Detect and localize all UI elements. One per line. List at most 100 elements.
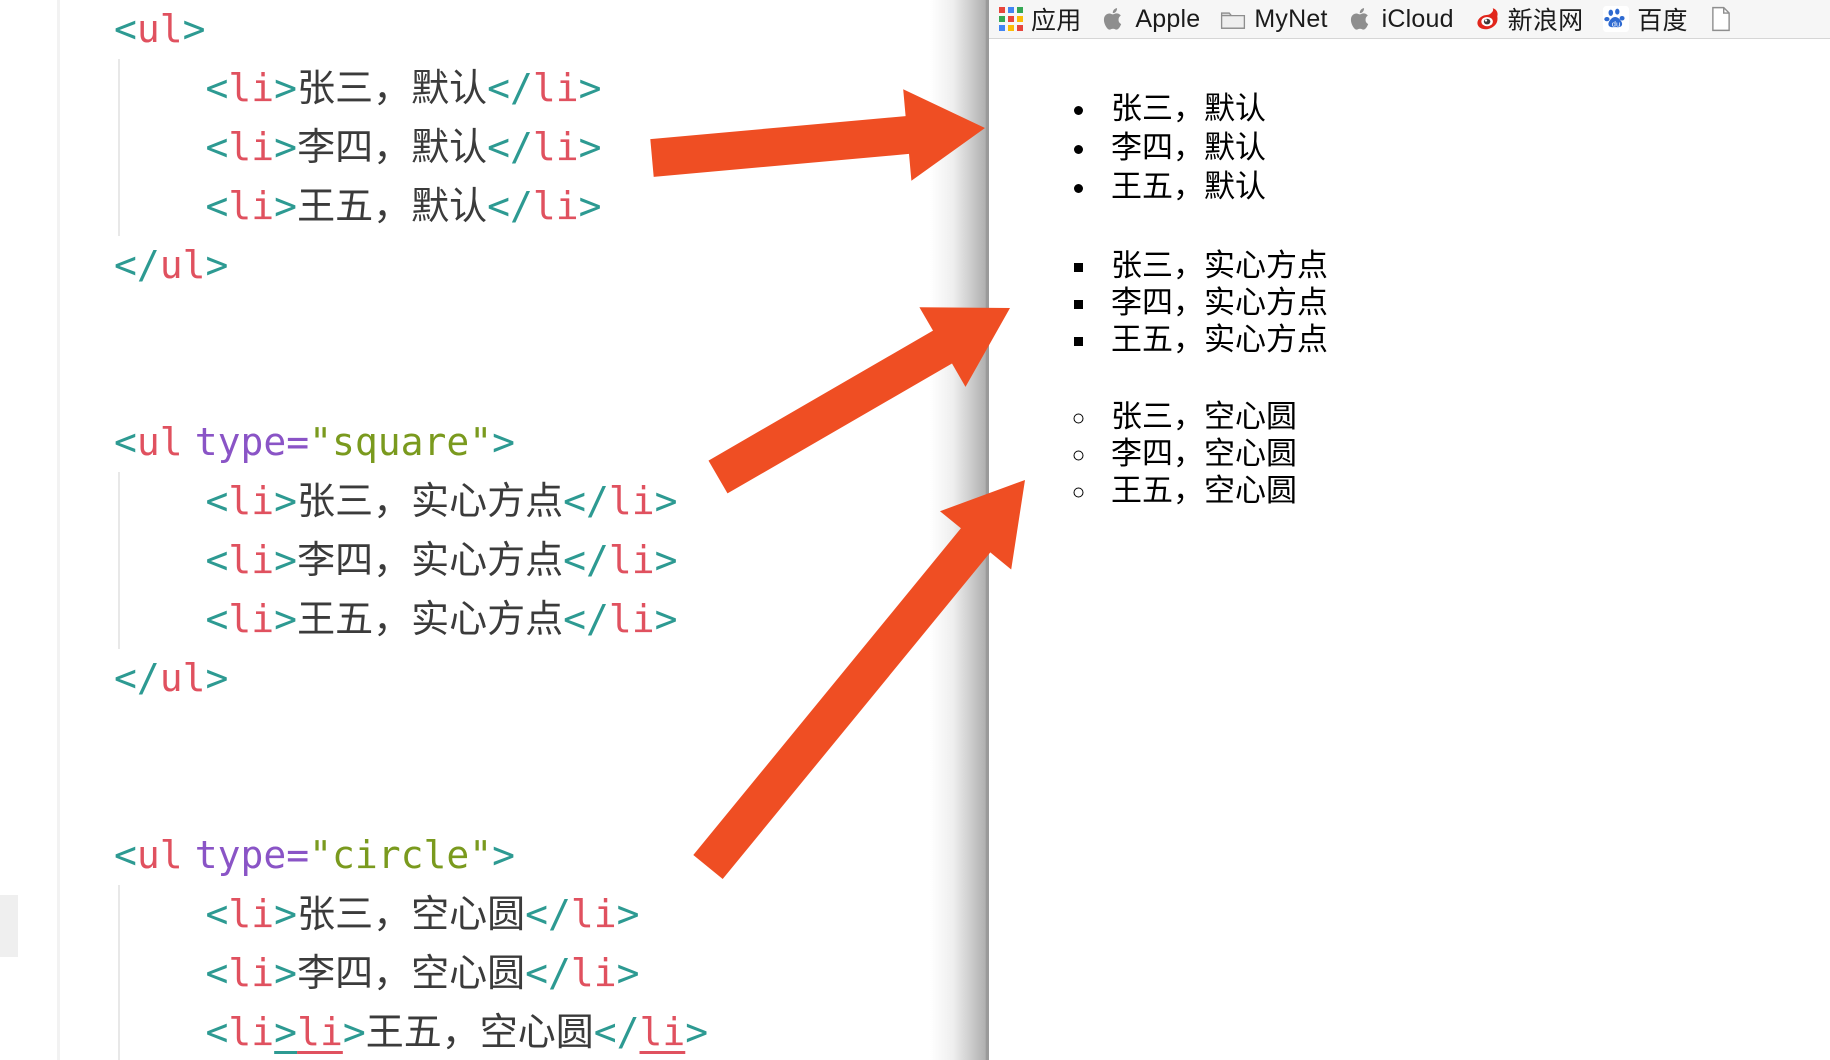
pane-divider-shadow xyxy=(930,0,988,1060)
apps-grid-cell xyxy=(1017,16,1023,22)
browser-preview-pane[interactable]: 应用 Apple MyNet iCloud 新浪网 du 百度 张三，默认李四，默认王五，默… xyxy=(989,0,1830,1060)
rendered-list-circle: 张三，空心圆李四，空心圆王五，空心圆 xyxy=(989,399,1830,510)
code-token-punct: </ xyxy=(563,538,609,582)
code-line[interactable]: <li>张三，空心圆</li> xyxy=(0,885,708,944)
code-token-punct: > xyxy=(182,7,206,51)
code-token-tag: ul xyxy=(159,656,206,700)
code-token-val: "circle" xyxy=(309,833,493,877)
apps-grid-cell xyxy=(1017,25,1023,31)
code-line[interactable]: <li>李四，空心圆</li> xyxy=(0,944,708,1003)
apple-logo-icon xyxy=(1104,8,1122,30)
code-block[interactable]: <ul> <li>张三，默认</li> <li>李四，默认</li> <li>王… xyxy=(0,0,708,1060)
code-token-text: 张三，实心方点 xyxy=(297,479,564,523)
code-line[interactable]: <li>李四，默认</li> xyxy=(0,118,708,177)
code-token-tag: li xyxy=(570,951,617,995)
code-line[interactable] xyxy=(0,354,708,413)
bookmark-item[interactable]: MyNet xyxy=(1220,5,1327,34)
code-line[interactable] xyxy=(0,295,708,354)
code-token-punct: > xyxy=(578,125,602,169)
code-token-tag: li xyxy=(532,184,579,228)
code-token-punct: < xyxy=(114,833,137,877)
bookmark-label: 应用 xyxy=(1031,7,1082,35)
bookmark-item[interactable] xyxy=(1708,6,1734,32)
bookmarks-bar[interactable]: 应用 Apple MyNet iCloud 新浪网 du 百度 xyxy=(989,0,1830,39)
list-item: 张三，实心方点 xyxy=(1099,248,1830,285)
code-token-punct: > xyxy=(274,892,298,936)
code-token-tag: li xyxy=(228,479,275,523)
code-line[interactable] xyxy=(0,767,708,826)
code-token-tag: li xyxy=(297,1010,343,1054)
code-token-punct: > xyxy=(274,597,298,641)
code-token-punct: > xyxy=(274,479,298,523)
code-line[interactable]: <li>张三，实心方点</li> xyxy=(0,472,708,531)
code-line[interactable]: <li>张三，默认</li> xyxy=(0,59,708,118)
code-token-tag: li xyxy=(228,1010,275,1054)
bookmark-label: iCloud xyxy=(1381,4,1454,33)
editor-vertical-scrollbar-thumb[interactable] xyxy=(0,895,18,957)
code-line[interactable]: </ul> xyxy=(0,649,708,708)
code-token-punct: </ xyxy=(525,951,571,995)
code-token-punct: > xyxy=(205,243,229,287)
apps-grid-icon xyxy=(999,7,1023,31)
code-token-text: 张三，空心圆 xyxy=(297,892,526,936)
bookmark-item[interactable]: iCloud xyxy=(1348,5,1454,34)
code-token-text: 李四，空心圆 xyxy=(297,951,526,995)
code-token-punct: > xyxy=(274,951,298,995)
code-token-attr: type= xyxy=(194,833,310,877)
code-line[interactable]: <li>li>王五，空心圆</li> xyxy=(0,1003,708,1060)
apps-grid-cell xyxy=(999,25,1005,31)
bookmark-item[interactable]: 应用 xyxy=(999,1,1081,37)
code-token-punct: < xyxy=(205,125,229,169)
code-line[interactable]: </ul> xyxy=(0,236,708,295)
code-token-tag: li xyxy=(639,1010,686,1054)
code-line[interactable]: <ul type="square"> xyxy=(0,413,708,472)
code-line[interactable] xyxy=(0,708,708,767)
code-token-tag: li xyxy=(532,66,579,110)
code-editor-pane[interactable]: <ul> <li>张三，默认</li> <li>李四，默认</li> <li>王… xyxy=(0,0,988,1060)
code-token-punct: > xyxy=(654,597,678,641)
bookmark-item[interactable]: du 百度 xyxy=(1603,1,1687,37)
code-token-tag: li xyxy=(228,597,275,641)
code-token-tag: ul xyxy=(136,7,183,51)
code-line[interactable]: <li>王五，默认</li> xyxy=(0,177,708,236)
code-token-tag: li xyxy=(532,125,579,169)
code-token-tag: li xyxy=(228,184,275,228)
code-line[interactable]: <li>李四，实心方点</li> xyxy=(0,531,708,590)
code-token-punct: > xyxy=(616,892,640,936)
bookmark-item[interactable]: 新浪网 xyxy=(1474,1,1584,37)
code-line[interactable]: <ul type="circle"> xyxy=(0,826,708,885)
code-token-punct: </ xyxy=(114,656,160,700)
rendered-list-square: 张三，实心方点李四，实心方点王五，实心方点 xyxy=(989,248,1830,359)
code-token-attr: type= xyxy=(194,420,310,464)
apple-logo-icon xyxy=(1350,8,1368,30)
code-token-punct: < xyxy=(114,7,137,51)
code-line[interactable]: <ul> xyxy=(0,0,708,59)
code-token-punct: > xyxy=(616,951,640,995)
list-item: 李四，默认 xyxy=(1099,130,1830,167)
page-document-icon xyxy=(1711,6,1730,32)
bookmark-item[interactable]: Apple xyxy=(1101,5,1200,34)
code-token-punct: > xyxy=(654,538,678,582)
code-token-punct: < xyxy=(205,892,229,936)
apps-grid-cell xyxy=(1008,16,1014,22)
apps-grid-cell xyxy=(1017,7,1023,13)
code-token-tag: li xyxy=(608,538,655,582)
code-token-text: 王五，实心方点 xyxy=(297,597,564,641)
bookmark-label: 百度 xyxy=(1637,7,1688,35)
svg-text:du: du xyxy=(1612,20,1620,29)
code-token-punct: > xyxy=(274,125,298,169)
code-line[interactable]: <li>王五，实心方点</li> xyxy=(0,590,708,649)
code-token-punct: > xyxy=(578,184,602,228)
code-token-punct: < xyxy=(205,538,229,582)
baidu-paw-icon: du xyxy=(1603,6,1630,32)
code-token-punct: </ xyxy=(487,125,533,169)
code-token-tag: li xyxy=(608,597,655,641)
code-token-punct: </ xyxy=(563,597,609,641)
